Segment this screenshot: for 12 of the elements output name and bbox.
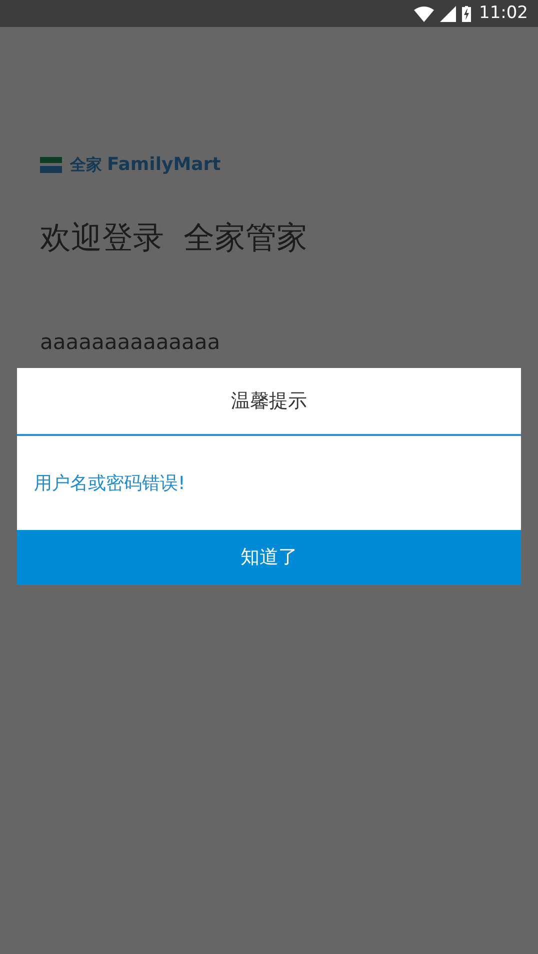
username-field[interactable]: aaaaaaaaaaaaaa — [40, 328, 498, 356]
wifi-icon — [414, 6, 434, 22]
confirm-button[interactable]: 知道了 — [17, 530, 521, 585]
logo-icon — [40, 157, 62, 173]
battery-icon — [462, 6, 471, 22]
welcome-heading: 欢迎登录 全家管家 — [40, 219, 309, 258]
signal-icon — [440, 6, 456, 22]
logo-wordmark: FamilyMart — [107, 156, 221, 174]
dialog-title: 温馨提示 — [230, 388, 308, 414]
status-time: 11:02 — [479, 2, 528, 25]
logo-text: 全家 — [70, 157, 102, 173]
dialog-message: 用户名或密码错误! — [34, 472, 186, 496]
